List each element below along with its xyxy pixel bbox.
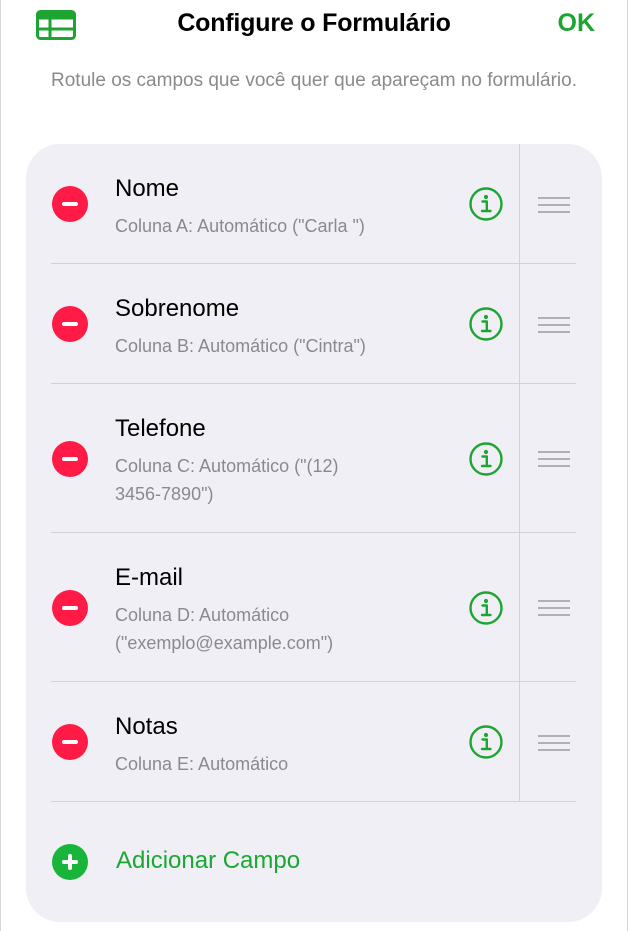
reorder-grip-icon[interactable] bbox=[537, 598, 571, 618]
info-icon[interactable] bbox=[469, 187, 503, 221]
ok-button[interactable]: OK bbox=[558, 9, 596, 38]
field-detail: Coluna A: Automático ("Carla ") bbox=[115, 216, 365, 236]
info-icon[interactable] bbox=[469, 442, 503, 476]
reorder-grip-icon[interactable] bbox=[537, 449, 571, 469]
field-row-telefone: Telefone Coluna C: Automático ("(12) 345… bbox=[26, 384, 602, 533]
reorder-grip-icon[interactable] bbox=[537, 733, 571, 753]
field-detail: Coluna B: Automático ("Cintra") bbox=[115, 336, 366, 356]
window-edge-left bbox=[0, 0, 1, 931]
field-title[interactable]: Notas bbox=[115, 713, 178, 741]
field-detail: Coluna E: Automático bbox=[115, 754, 289, 774]
remove-field-button[interactable] bbox=[52, 186, 88, 222]
plus-circle-icon[interactable] bbox=[52, 844, 88, 880]
info-icon[interactable] bbox=[469, 725, 503, 759]
field-title[interactable]: Telefone bbox=[115, 415, 206, 443]
field-detail: Coluna C: Automático ("(12) 3456-7890") bbox=[115, 456, 339, 504]
remove-field-button[interactable] bbox=[52, 306, 88, 342]
field-row-notas: Notas Coluna E: Automático bbox=[26, 682, 602, 802]
remove-field-button[interactable] bbox=[52, 724, 88, 760]
remove-field-button[interactable] bbox=[52, 441, 88, 477]
field-title[interactable]: Sobrenome bbox=[115, 295, 239, 323]
field-detail: Coluna D: Automático ("exemplo@example.c… bbox=[115, 605, 334, 653]
field-row-sobrenome: Sobrenome Coluna B: Automático ("Cintra"… bbox=[26, 264, 602, 384]
field-row-email: E-mail Coluna D: Automático ("exemplo@ex… bbox=[26, 533, 602, 682]
fields-list-card: Nome Coluna A: Automático ("Carla ") Sob… bbox=[26, 144, 602, 922]
field-row-nome: Nome Coluna A: Automático ("Carla ") bbox=[26, 144, 602, 264]
instructions-text: Rotule os campos que você quer que apare… bbox=[51, 70, 577, 91]
info-icon[interactable] bbox=[469, 307, 503, 341]
remove-field-button[interactable] bbox=[52, 590, 88, 626]
page-title: Configure o Formulário bbox=[177, 9, 451, 37]
reorder-grip-icon[interactable] bbox=[537, 195, 571, 215]
reorder-grip-icon[interactable] bbox=[537, 315, 571, 335]
add-field-button[interactable]: Adicionar Campo bbox=[116, 847, 300, 875]
nav-header: Configure o Formulário OK bbox=[0, 0, 628, 52]
field-title[interactable]: Nome bbox=[115, 175, 179, 203]
add-field-row[interactable]: Adicionar Campo bbox=[26, 802, 602, 922]
info-icon[interactable] bbox=[469, 591, 503, 625]
field-title[interactable]: E-mail bbox=[115, 564, 183, 592]
